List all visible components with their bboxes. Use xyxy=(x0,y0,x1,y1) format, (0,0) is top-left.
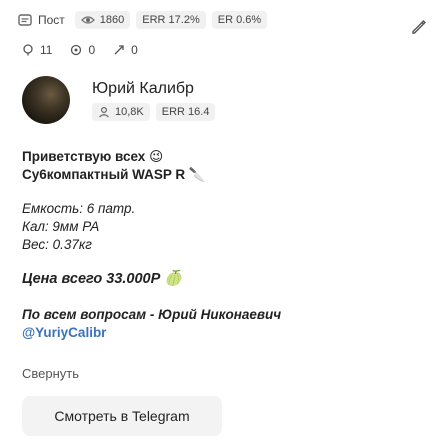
subscribers-badge: 10,8K xyxy=(92,103,150,121)
author-err-badge: ERR 16.4 xyxy=(155,103,216,121)
post-icon xyxy=(18,13,32,27)
er-badge: ER 0.6% xyxy=(211,11,268,29)
author-err-value: ERR 16.4 xyxy=(161,106,210,118)
eye-icon xyxy=(80,15,95,25)
post-line-greeting: Приветствую всех 😉 xyxy=(22,149,164,164)
edit-pencil-icon xyxy=(410,18,428,36)
reactions-stat: 0 xyxy=(113,43,138,57)
post-type-indicator: Пост xyxy=(18,13,69,27)
err-badge: ERR 17.2% xyxy=(136,11,206,29)
post-type-label: Пост xyxy=(38,13,65,27)
repost-icon xyxy=(22,44,34,56)
view-in-telegram-label: Смотреть в Telegram xyxy=(54,408,190,424)
post-stats-row: Пост 1860 ERR 17.2% ER 0.6% xyxy=(18,8,268,32)
author-name[interactable]: Юрий Калибр xyxy=(92,80,194,98)
engagement-row: 11 0 0 xyxy=(22,41,138,59)
view-in-telegram-button[interactable]: Смотреть в Telegram xyxy=(22,396,222,436)
collapse-link[interactable]: Свернуть xyxy=(22,366,79,381)
author-handle-link[interactable]: @YuriyCalibr xyxy=(22,324,106,342)
post-contact-line: По всем вопросам - Юрий Никонаевич xyxy=(22,307,282,322)
reposts-count: 11 xyxy=(40,43,53,57)
comments-count: 0 xyxy=(88,43,96,57)
spec-weight: Вес: 0.37кг xyxy=(22,237,92,252)
err-value: ERR 17.2% xyxy=(142,14,200,26)
post-price: Цена всего 33.000Р 🍈 xyxy=(22,271,183,287)
views-badge: 1860 xyxy=(74,11,131,29)
author-avatar[interactable] xyxy=(22,76,70,124)
er-value: ER 0.6% xyxy=(217,14,262,26)
reactions-count: 0 xyxy=(131,43,138,57)
reaction-icon xyxy=(113,44,125,56)
spec-caliber: Кал: 9мм PA xyxy=(22,219,100,234)
spec-capacity: Емкость: 6 патр. xyxy=(22,201,136,216)
subscribers-icon xyxy=(98,106,110,118)
author-meta: 10,8K ERR 16.4 xyxy=(92,103,216,121)
edit-button[interactable] xyxy=(410,18,432,40)
views-count: 1860 xyxy=(99,14,125,26)
subscribers-count: 10,8K xyxy=(115,106,144,118)
comment-icon xyxy=(70,44,82,56)
post-line-product: Cy6компактный WASP R 🔪 xyxy=(22,167,206,182)
comments-stat: 0 xyxy=(70,43,95,57)
reposts-stat: 11 xyxy=(22,43,52,57)
